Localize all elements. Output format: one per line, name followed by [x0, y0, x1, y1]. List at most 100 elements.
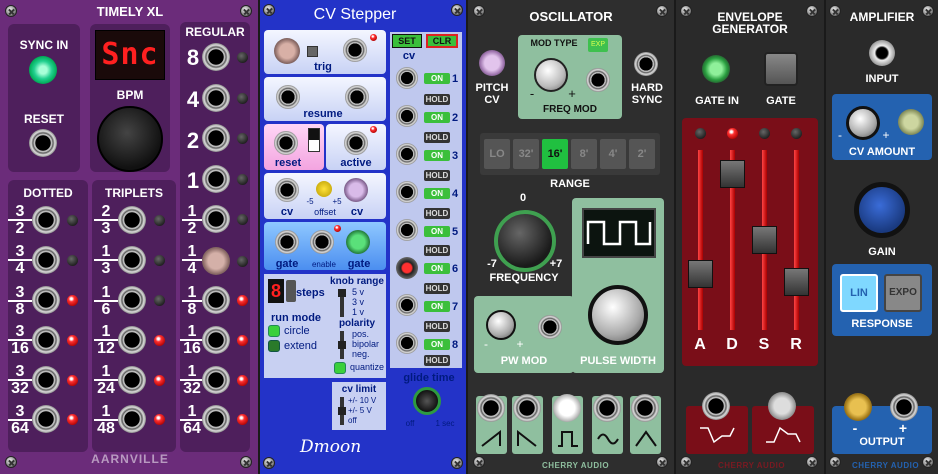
dotted-jack[interactable]	[32, 405, 60, 433]
set-button[interactable]: SET	[392, 34, 422, 48]
inverted-output-jack[interactable]	[702, 392, 730, 420]
gate-out-patched-jack[interactable]	[346, 230, 370, 254]
on-button[interactable]: ON	[424, 150, 450, 161]
release-slider[interactable]	[784, 268, 809, 296]
bpm-knob[interactable]	[97, 106, 163, 172]
range-4-button[interactable]: 4'	[600, 139, 626, 169]
trig-patched-jack[interactable]	[274, 38, 300, 64]
range-32-button[interactable]: 32'	[513, 139, 539, 169]
pitch-cv-patched-jack[interactable]	[479, 50, 505, 76]
pulse-width-knob[interactable]	[588, 285, 648, 345]
step-cv-knob[interactable]	[396, 143, 418, 165]
freq-mod-knob[interactable]	[534, 58, 568, 92]
pulse-patched-jack[interactable]	[553, 394, 581, 422]
on-button[interactable]: ON	[424, 188, 450, 199]
hold-button[interactable]: HOLD	[424, 132, 450, 143]
reset-jack[interactable]	[274, 131, 298, 155]
step-cv-knob[interactable]	[396, 181, 418, 203]
pw-mod-jack[interactable]	[538, 315, 562, 339]
hold-button[interactable]: HOLD	[424, 208, 450, 219]
on-button[interactable]: ON	[424, 112, 450, 123]
saw-up-jack[interactable]	[477, 394, 505, 422]
on-button[interactable]: ON	[424, 301, 450, 312]
expo-button[interactable]: EXPO	[884, 274, 922, 312]
knob-range-switch[interactable]	[338, 289, 346, 317]
polarity-switch[interactable]	[338, 331, 346, 359]
sustain-slider[interactable]	[752, 226, 777, 254]
dotted-jack[interactable]	[32, 326, 60, 354]
cv-amount-patched-jack[interactable]	[898, 109, 924, 135]
regular-jack[interactable]	[202, 84, 230, 112]
on-button[interactable]: ON	[424, 263, 450, 274]
sine-jack[interactable]	[593, 394, 621, 422]
extend-radio[interactable]	[268, 340, 280, 352]
dotted-jack[interactable]	[32, 366, 60, 394]
step-cv-knob-active[interactable]	[396, 257, 418, 279]
triplet-jack[interactable]	[118, 286, 146, 314]
cv-amount-knob[interactable]	[846, 106, 880, 140]
lin-button[interactable]: LIN	[840, 274, 878, 312]
triplet-jack[interactable]	[118, 366, 146, 394]
output-minus-patched-jack[interactable]	[844, 393, 872, 421]
gate-enable-jack[interactable]	[310, 230, 334, 254]
step-cv-knob[interactable]	[396, 332, 418, 354]
regular-jack[interactable]	[202, 165, 230, 193]
exp-button[interactable]: EXP	[588, 38, 608, 52]
step-cv-knob[interactable]	[396, 67, 418, 89]
sync-in-jack[interactable]	[29, 56, 57, 84]
envelope-output-patched-jack[interactable]	[768, 392, 796, 420]
cv-out-patched-jack[interactable]	[344, 178, 368, 202]
reset-jack[interactable]	[29, 129, 57, 157]
triplet-jack[interactable]	[118, 246, 146, 274]
hold-button[interactable]: HOLD	[424, 283, 450, 294]
range-16-button[interactable]: 16'	[542, 139, 568, 169]
regular-jack[interactable]	[202, 205, 230, 233]
trig-button[interactable]	[307, 46, 318, 57]
step-cv-knob[interactable]	[396, 105, 418, 127]
hard-sync-jack[interactable]	[634, 52, 658, 76]
regular-jack[interactable]	[202, 405, 230, 433]
triplet-jack[interactable]	[118, 405, 146, 433]
step-cv-knob[interactable]	[396, 219, 418, 241]
gain-knob[interactable]	[854, 182, 910, 238]
on-button[interactable]: ON	[424, 73, 450, 84]
resume-in-jack[interactable]	[276, 85, 300, 109]
dotted-jack[interactable]	[32, 246, 60, 274]
range-lo-button[interactable]: LO	[484, 139, 510, 169]
regular-jack[interactable]	[202, 326, 230, 354]
frequency-knob[interactable]	[494, 210, 556, 272]
reset-switch[interactable]	[308, 128, 320, 152]
regular-jack[interactable]	[202, 124, 230, 152]
regular-jack[interactable]	[202, 286, 230, 314]
attack-slider[interactable]	[688, 260, 713, 288]
saw-down-jack[interactable]	[513, 394, 541, 422]
gate-in-patched-jack[interactable]	[702, 55, 730, 83]
hold-button[interactable]: HOLD	[424, 245, 450, 256]
range-2-button[interactable]: 2'	[629, 139, 655, 169]
step-cv-knob[interactable]	[396, 294, 418, 316]
triplet-jack[interactable]	[118, 206, 146, 234]
quantize-toggle[interactable]	[334, 362, 346, 374]
dotted-jack[interactable]	[32, 206, 60, 234]
triangle-jack[interactable]	[631, 394, 659, 422]
gate-in-jack[interactable]	[275, 230, 299, 254]
output-plus-jack[interactable]	[890, 393, 918, 421]
patched-jack[interactable]	[202, 247, 230, 275]
gate-button[interactable]	[764, 52, 798, 86]
glide-knob[interactable]	[413, 387, 441, 415]
hold-button[interactable]: HOLD	[424, 170, 450, 181]
circle-radio[interactable]	[268, 325, 280, 337]
trig-jack[interactable]	[343, 38, 367, 62]
hold-button[interactable]: HOLD	[424, 94, 450, 105]
regular-jack[interactable]	[202, 43, 230, 71]
input-jack[interactable]	[869, 40, 895, 66]
cv-in-jack[interactable]	[275, 178, 299, 202]
range-8-button[interactable]: 8'	[571, 139, 597, 169]
freq-mod-jack[interactable]	[586, 68, 610, 92]
clear-button[interactable]: CLR	[426, 34, 458, 48]
on-button[interactable]: ON	[424, 226, 450, 237]
decay-slider[interactable]	[720, 160, 745, 188]
hold-button[interactable]: HOLD	[424, 355, 450, 366]
steps-stepper[interactable]	[286, 280, 296, 302]
resume-out-jack[interactable]	[345, 85, 369, 109]
